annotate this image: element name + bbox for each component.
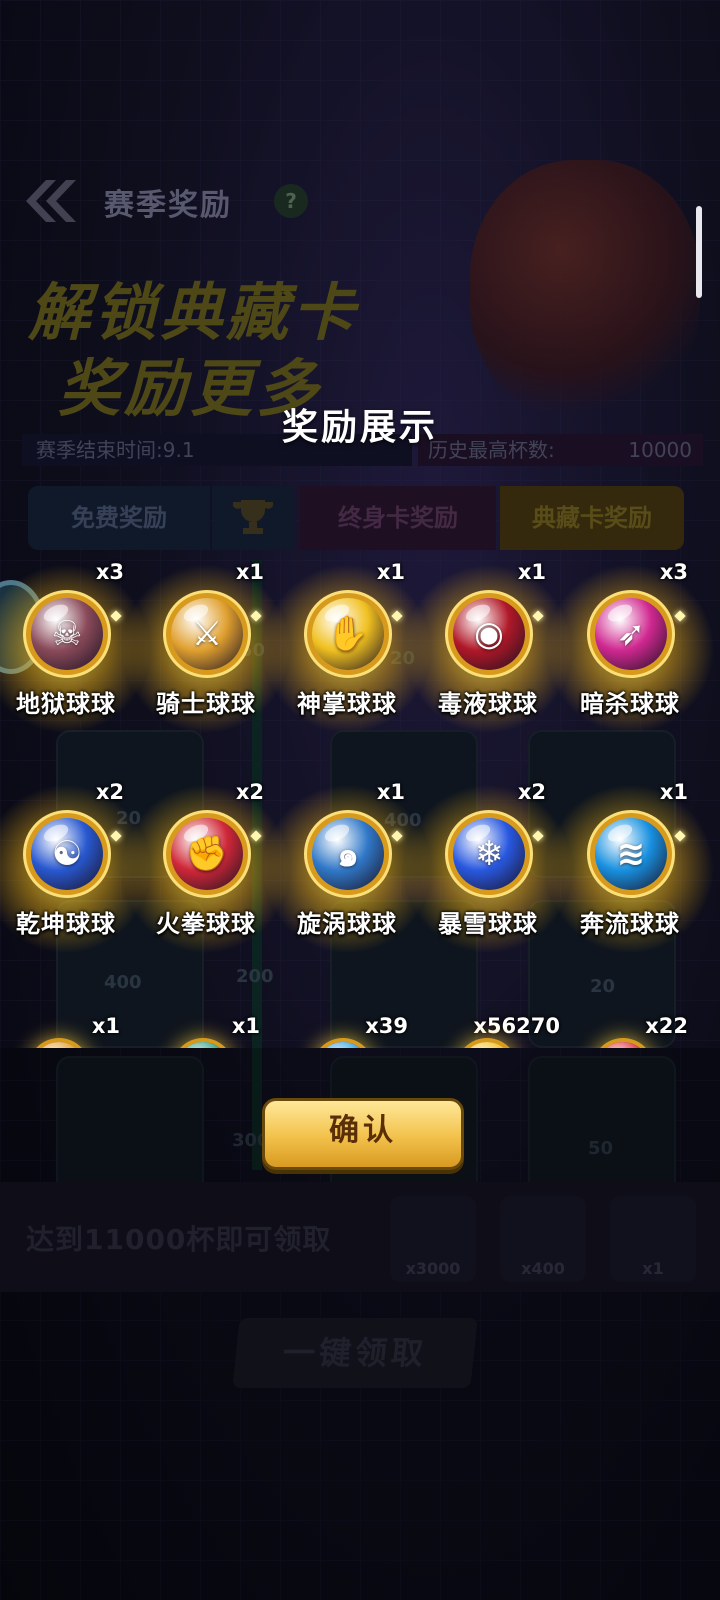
reward-name: 暗杀球球 [580, 690, 680, 718]
ball-icon[interactable] [316, 1042, 370, 1048]
ball-icon[interactable] [176, 1042, 230, 1048]
reward-count: x56270 [473, 1014, 560, 1038]
reward-count: x39 [365, 1014, 408, 1038]
confirm-button[interactable]: 确认 [262, 1098, 464, 1170]
partial-reward-row: x1 x1 x39 x56270 x22 [0, 1012, 720, 1048]
reward-count: x1 [91, 1014, 120, 1038]
reward-count: x3 [659, 560, 688, 584]
knight-helmet-icon: ⚔ [171, 598, 243, 670]
palm-icon: ✋ [312, 598, 384, 670]
reward-count: x22 [645, 1014, 688, 1038]
ball-icon[interactable] [596, 1042, 650, 1048]
reward-count: x1 [231, 1014, 260, 1038]
scroll-indicator[interactable] [696, 206, 702, 298]
modal-title: 奖励展示 [281, 407, 438, 448]
reward-item[interactable]: ❄ x2 暴雪球球 [398, 780, 578, 992]
snowflake-icon: ❄ [453, 818, 525, 890]
reward-name: 奔流球球 [580, 910, 680, 938]
wave-icon: ≋ [595, 818, 667, 890]
skull-icon: ☠ [31, 598, 103, 670]
reward-item[interactable]: ≋ x1 奔流球球 [540, 780, 720, 992]
fist-icon: ✊ [171, 818, 243, 890]
ball-icon[interactable] [32, 1042, 86, 1048]
reward-item[interactable]: ➶ x3 暗杀球球 [540, 560, 720, 772]
reward-count: x1 [659, 780, 688, 804]
reward-name: 毒液球球 [438, 690, 538, 718]
venom-icon: ◉ [453, 598, 525, 670]
coin-icon[interactable] [460, 1042, 514, 1048]
vortex-icon: ๑ [312, 818, 384, 890]
blade-icon: ➶ [595, 598, 667, 670]
reward-name: 暴雪球球 [438, 910, 538, 938]
reward-item[interactable]: ◉ x1 毒液球球 [398, 560, 578, 772]
yin-yang-icon: ☯ [31, 818, 103, 890]
